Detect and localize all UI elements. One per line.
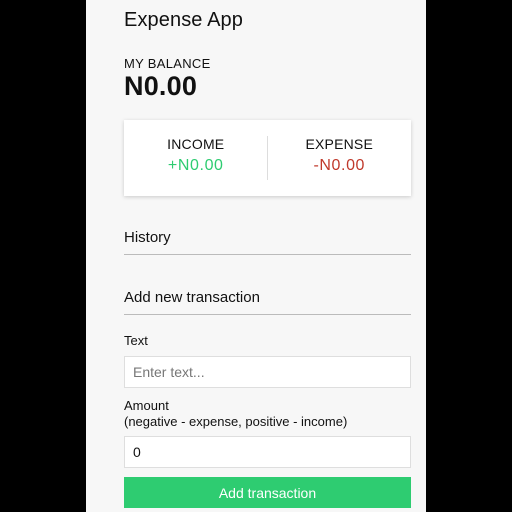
amount-input[interactable]	[124, 436, 411, 468]
amount-label-text: Amount	[124, 398, 169, 413]
income-expense-card: INCOME +N0.00 EXPENSE -N0.00	[124, 120, 411, 196]
income-value: +N0.00	[167, 157, 224, 174]
income-summary: INCOME +N0.00	[124, 120, 268, 196]
app-title: Expense App	[124, 9, 243, 31]
balance-amount: N0.00	[124, 71, 198, 101]
expense-summary: EXPENSE -N0.00	[268, 120, 412, 196]
balance-label: MY BALANCE	[124, 56, 211, 71]
expense-label: EXPENSE	[305, 136, 374, 152]
expense-value: -N0.00	[313, 157, 366, 174]
history-title: History	[124, 229, 411, 255]
add-transaction-title: Add new transaction	[124, 289, 411, 315]
add-transaction-button[interactable]: Add transaction	[124, 477, 411, 508]
text-field-label: Text	[124, 333, 148, 348]
expense-app-container: Expense App MY BALANCE N0.00 INCOME +N0.…	[86, 0, 426, 512]
summary-divider	[267, 136, 268, 180]
text-input[interactable]	[124, 356, 411, 388]
income-label: INCOME	[167, 136, 225, 152]
amount-hint-text: (negative - expense, positive - income)	[124, 414, 348, 429]
amount-field-label: Amount (negative - expense, positive - i…	[124, 398, 347, 430]
